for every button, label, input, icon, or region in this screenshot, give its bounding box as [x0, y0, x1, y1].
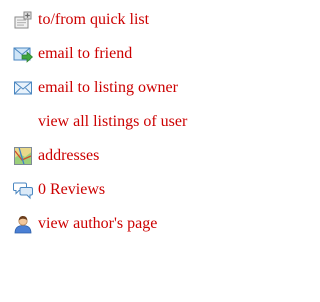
- addresses-action[interactable]: addresses: [13, 144, 99, 168]
- reviews-action[interactable]: 0 Reviews: [13, 178, 105, 202]
- envelope-icon: [13, 78, 33, 98]
- quick-list-icon: [13, 10, 33, 30]
- email-friend-link[interactable]: email to friend: [38, 45, 132, 63]
- user-icon: [13, 214, 33, 234]
- author-page-action[interactable]: view author's page: [13, 212, 157, 236]
- user-listings-action[interactable]: view all listings of user: [13, 110, 187, 134]
- email-friend-action[interactable]: email to friend: [13, 42, 132, 66]
- email-owner-link[interactable]: email to listing owner: [38, 79, 178, 97]
- email-owner-action[interactable]: email to listing owner: [13, 76, 178, 100]
- map-icon: [13, 146, 33, 166]
- quick-list-action[interactable]: to/from quick list: [13, 8, 149, 32]
- author-page-link[interactable]: view author's page: [38, 215, 157, 233]
- quick-list-link[interactable]: to/from quick list: [38, 11, 149, 29]
- speech-bubbles-icon: [13, 180, 33, 200]
- addresses-link[interactable]: addresses: [38, 147, 99, 165]
- reviews-link[interactable]: 0 Reviews: [38, 181, 105, 199]
- email-forward-icon: [13, 44, 33, 64]
- user-listings-link[interactable]: view all listings of user: [38, 113, 187, 131]
